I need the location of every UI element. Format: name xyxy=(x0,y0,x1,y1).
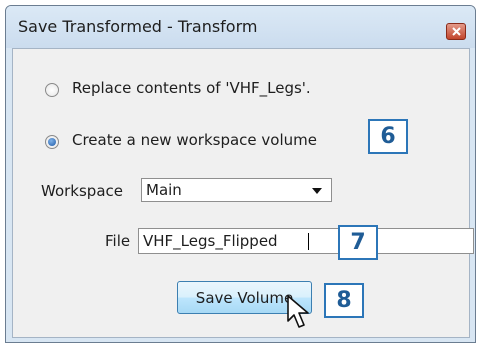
callout-badge-8: 8 xyxy=(324,283,364,318)
replace-contents-label: Replace contents of 'VHF_Legs'. xyxy=(72,79,311,97)
workspace-dropdown[interactable]: Main xyxy=(141,178,332,202)
close-icon xyxy=(452,27,461,36)
create-volume-radio[interactable] xyxy=(45,135,59,149)
dialog-title: Save Transformed - Transform xyxy=(18,17,258,36)
file-name-value: VHF_Legs_Flipped xyxy=(143,232,278,250)
callout-badge-7: 7 xyxy=(338,225,378,260)
text-caret xyxy=(308,233,309,250)
callout-badge-6: 6 xyxy=(368,119,408,154)
workspace-label: Workspace xyxy=(41,182,123,200)
chevron-down-icon xyxy=(312,188,322,194)
file-label: File xyxy=(105,232,131,250)
close-button[interactable] xyxy=(446,23,466,40)
create-volume-label: Create a new workspace volume xyxy=(72,131,317,149)
file-name-input[interactable]: VHF_Legs_Flipped xyxy=(138,228,474,254)
title-bar: Save Transformed - Transform xyxy=(6,6,475,48)
mouse-pointer-icon xyxy=(287,295,309,328)
replace-contents-radio[interactable] xyxy=(45,83,59,97)
workspace-value: Main xyxy=(146,181,182,199)
